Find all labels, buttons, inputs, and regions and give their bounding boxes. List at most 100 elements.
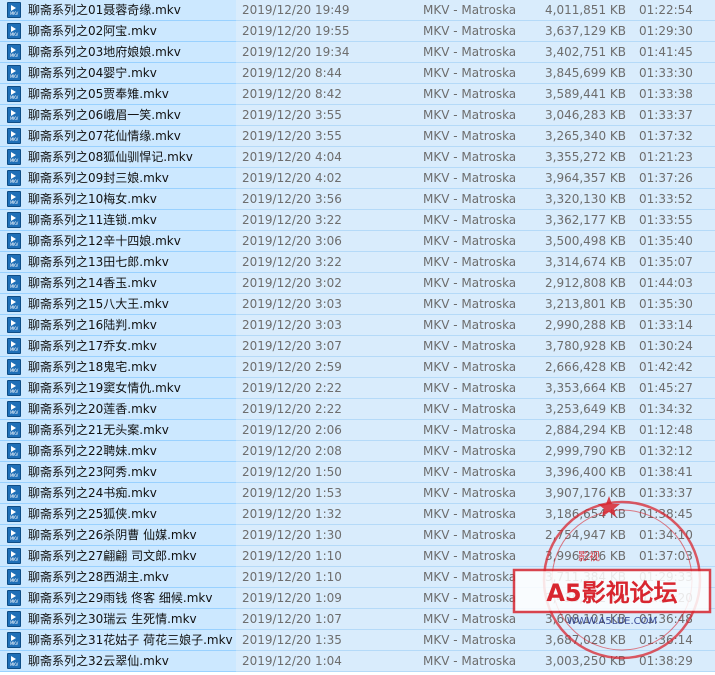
- details-cell[interactable]: 2019/12/20 3:03 MKV - Matroska 3,213,801…: [236, 294, 715, 315]
- details-cell[interactable]: 2019/12/20 4:04 MKV - Matroska 3,355,272…: [236, 147, 715, 168]
- details-cell[interactable]: 2019/12/20 1:09 MKV - Matroska 3,436,422…: [236, 588, 715, 609]
- name-cell[interactable]: MKV 聊斋系列之12辛十四娘.mkv: [0, 231, 236, 252]
- file-row[interactable]: MKV 聊斋系列之32云翠仙.mkv 2019/12/20 1:04 MKV -…: [0, 651, 715, 672]
- file-row[interactable]: MKV 聊斋系列之03地府娘娘.mkv 2019/12/20 19:34 MKV…: [0, 42, 715, 63]
- file-row[interactable]: MKV 聊斋系列之15八大王.mkv 2019/12/20 3:03 MKV -…: [0, 294, 715, 315]
- details-cell[interactable]: 2019/12/20 1:04 MKV - Matroska 3,003,250…: [236, 651, 715, 672]
- file-row[interactable]: MKV 聊斋系列之06峨眉一笑.mkv 2019/12/20 3:55 MKV …: [0, 105, 715, 126]
- name-cell[interactable]: MKV 聊斋系列之24书痴.mkv: [0, 483, 236, 504]
- details-cell[interactable]: 2019/12/20 4:02 MKV - Matroska 3,964,357…: [236, 168, 715, 189]
- details-cell[interactable]: 2019/12/20 19:49 MKV - Matroska 4,011,85…: [236, 0, 715, 21]
- name-cell[interactable]: MKV 聊斋系列之27翩翩 司文郎.mkv: [0, 546, 236, 567]
- details-cell[interactable]: 2019/12/20 3:06 MKV - Matroska 3,500,498…: [236, 231, 715, 252]
- file-row[interactable]: MKV 聊斋系列之01聂蓉奇缘.mkv 2019/12/20 19:49 MKV…: [0, 0, 715, 21]
- file-row[interactable]: MKV 聊斋系列之19窦女情仇.mkv 2019/12/20 2:22 MKV …: [0, 378, 715, 399]
- name-cell[interactable]: MKV 聊斋系列之10梅女.mkv: [0, 189, 236, 210]
- file-row[interactable]: MKV 聊斋系列之28西湖主.mkv 2019/12/20 1:10 MKV -…: [0, 567, 715, 588]
- name-cell[interactable]: MKV 聊斋系列之08狐仙驯悍记.mkv: [0, 147, 236, 168]
- details-cell[interactable]: 2019/12/20 3:55 MKV - Matroska 3,265,340…: [236, 126, 715, 147]
- name-cell[interactable]: MKV 聊斋系列之26杀阴曹 仙媒.mkv: [0, 525, 236, 546]
- file-row[interactable]: MKV 聊斋系列之05贾奉雉.mkv 2019/12/20 8:42 MKV -…: [0, 84, 715, 105]
- file-row[interactable]: MKV 聊斋系列之20莲香.mkv 2019/12/20 2:22 MKV - …: [0, 399, 715, 420]
- details-cell[interactable]: 2019/12/20 3:07 MKV - Matroska 3,780,928…: [236, 336, 715, 357]
- details-cell[interactable]: 2019/12/20 3:22 MKV - Matroska 3,314,674…: [236, 252, 715, 273]
- details-cell[interactable]: 2019/12/20 3:03 MKV - Matroska 2,990,288…: [236, 315, 715, 336]
- details-cell[interactable]: 2019/12/20 1:53 MKV - Matroska 3,907,176…: [236, 483, 715, 504]
- name-cell[interactable]: MKV 聊斋系列之15八大王.mkv: [0, 294, 236, 315]
- file-row[interactable]: MKV 聊斋系列之16陆判.mkv 2019/12/20 3:03 MKV - …: [0, 315, 715, 336]
- file-row[interactable]: MKV 聊斋系列之23阿秀.mkv 2019/12/20 1:50 MKV - …: [0, 462, 715, 483]
- file-row[interactable]: MKV 聊斋系列之07花仙情缘.mkv 2019/12/20 3:55 MKV …: [0, 126, 715, 147]
- name-cell[interactable]: MKV 聊斋系列之30瑞云 生死情.mkv: [0, 609, 236, 630]
- details-cell[interactable]: 2019/12/20 3:55 MKV - Matroska 3,046,283…: [236, 105, 715, 126]
- name-cell[interactable]: MKV 聊斋系列之11连锁.mkv: [0, 210, 236, 231]
- details-cell[interactable]: 2019/12/20 1:10 MKV - Matroska 3,996,226…: [236, 546, 715, 567]
- name-cell[interactable]: MKV 聊斋系列之21无头案.mkv: [0, 420, 236, 441]
- file-row[interactable]: MKV 聊斋系列之22聘妹.mkv 2019/12/20 2:08 MKV - …: [0, 441, 715, 462]
- details-cell[interactable]: 2019/12/20 1:07 MKV - Matroska 3,608,101…: [236, 609, 715, 630]
- name-cell[interactable]: MKV 聊斋系列之20莲香.mkv: [0, 399, 236, 420]
- duration: 01:32:12: [639, 444, 693, 458]
- file-row[interactable]: MKV 聊斋系列之26杀阴曹 仙媒.mkv 2019/12/20 1:30 MK…: [0, 525, 715, 546]
- details-cell[interactable]: 2019/12/20 2:22 MKV - Matroska 3,253,649…: [236, 399, 715, 420]
- name-cell[interactable]: MKV 聊斋系列之25狐侠.mkv: [0, 504, 236, 525]
- name-cell[interactable]: MKV 聊斋系列之28西湖主.mkv: [0, 567, 236, 588]
- file-row[interactable]: MKV 聊斋系列之25狐侠.mkv 2019/12/20 1:32 MKV - …: [0, 504, 715, 525]
- file-row[interactable]: MKV 聊斋系列之09封三娘.mkv 2019/12/20 4:02 MKV -…: [0, 168, 715, 189]
- name-cell[interactable]: MKV 聊斋系列之06峨眉一笑.mkv: [0, 105, 236, 126]
- name-cell[interactable]: MKV 聊斋系列之09封三娘.mkv: [0, 168, 236, 189]
- name-cell[interactable]: MKV 聊斋系列之13田七郎.mkv: [0, 252, 236, 273]
- details-cell[interactable]: 2019/12/20 19:55 MKV - Matroska 3,637,12…: [236, 21, 715, 42]
- file-size: 3,907,176 KB: [545, 486, 626, 500]
- name-cell[interactable]: MKV 聊斋系列之29雨钱 佟客 细候.mkv: [0, 588, 236, 609]
- name-cell[interactable]: MKV 聊斋系列之14香玉.mkv: [0, 273, 236, 294]
- mkv-icon-tag: MKV: [10, 158, 18, 163]
- file-row[interactable]: MKV 聊斋系列之14香玉.mkv 2019/12/20 3:02 MKV - …: [0, 273, 715, 294]
- file-row[interactable]: MKV 聊斋系列之30瑞云 生死情.mkv 2019/12/20 1:07 MK…: [0, 609, 715, 630]
- file-row[interactable]: MKV 聊斋系列之29雨钱 佟客 细候.mkv 2019/12/20 1:09 …: [0, 588, 715, 609]
- name-cell[interactable]: MKV 聊斋系列之01聂蓉奇缘.mkv: [0, 0, 236, 21]
- details-cell[interactable]: 2019/12/20 3:02 MKV - Matroska 2,912,808…: [236, 273, 715, 294]
- details-cell[interactable]: 2019/12/20 3:22 MKV - Matroska 3,362,177…: [236, 210, 715, 231]
- name-cell[interactable]: MKV 聊斋系列之17乔女.mkv: [0, 336, 236, 357]
- name-cell[interactable]: MKV 聊斋系列之31花姑子 荷花三娘子.mkv: [0, 630, 236, 651]
- details-cell[interactable]: 2019/12/20 1:30 MKV - Matroska 2,754,947…: [236, 525, 715, 546]
- file-row[interactable]: MKV 聊斋系列之24书痴.mkv 2019/12/20 1:53 MKV - …: [0, 483, 715, 504]
- name-cell[interactable]: MKV 聊斋系列之23阿秀.mkv: [0, 462, 236, 483]
- file-row[interactable]: MKV 聊斋系列之31花姑子 荷花三娘子.mkv 2019/12/20 1:35…: [0, 630, 715, 651]
- file-name: 聊斋系列之09封三娘.mkv: [28, 171, 169, 185]
- file-row[interactable]: MKV 聊斋系列之04婴宁.mkv 2019/12/20 8:44 MKV - …: [0, 63, 715, 84]
- file-row[interactable]: MKV 聊斋系列之02阿宝.mkv 2019/12/20 19:55 MKV -…: [0, 21, 715, 42]
- name-cell[interactable]: MKV 聊斋系列之05贾奉雉.mkv: [0, 84, 236, 105]
- file-row[interactable]: MKV 聊斋系列之17乔女.mkv 2019/12/20 3:07 MKV - …: [0, 336, 715, 357]
- name-cell[interactable]: MKV 聊斋系列之16陆判.mkv: [0, 315, 236, 336]
- details-cell[interactable]: 2019/12/20 2:08 MKV - Matroska 2,999,790…: [236, 441, 715, 462]
- file-row[interactable]: MKV 聊斋系列之10梅女.mkv 2019/12/20 3:56 MKV - …: [0, 189, 715, 210]
- name-cell[interactable]: MKV 聊斋系列之18鬼宅.mkv: [0, 357, 236, 378]
- file-row[interactable]: MKV 聊斋系列之27翩翩 司文郎.mkv 2019/12/20 1:10 MK…: [0, 546, 715, 567]
- file-row[interactable]: MKV 聊斋系列之12辛十四娘.mkv 2019/12/20 3:06 MKV …: [0, 231, 715, 252]
- name-cell[interactable]: MKV 聊斋系列之19窦女情仇.mkv: [0, 378, 236, 399]
- file-row[interactable]: MKV 聊斋系列之18鬼宅.mkv 2019/12/20 2:59 MKV - …: [0, 357, 715, 378]
- name-cell[interactable]: MKV 聊斋系列之03地府娘娘.mkv: [0, 42, 236, 63]
- details-cell[interactable]: 2019/12/20 1:50 MKV - Matroska 3,396,400…: [236, 462, 715, 483]
- name-cell[interactable]: MKV 聊斋系列之32云翠仙.mkv: [0, 651, 236, 672]
- file-row[interactable]: MKV 聊斋系列之11连锁.mkv 2019/12/20 3:22 MKV - …: [0, 210, 715, 231]
- name-cell[interactable]: MKV 聊斋系列之02阿宝.mkv: [0, 21, 236, 42]
- file-row[interactable]: MKV 聊斋系列之08狐仙驯悍记.mkv 2019/12/20 4:04 MKV…: [0, 147, 715, 168]
- name-cell[interactable]: MKV 聊斋系列之22聘妹.mkv: [0, 441, 236, 462]
- details-cell[interactable]: 2019/12/20 2:22 MKV - Matroska 3,353,664…: [236, 378, 715, 399]
- details-cell[interactable]: 2019/12/20 1:32 MKV - Matroska 3,186,654…: [236, 504, 715, 525]
- details-cell[interactable]: 2019/12/20 19:34 MKV - Matroska 3,402,75…: [236, 42, 715, 63]
- details-cell[interactable]: 2019/12/20 3:56 MKV - Matroska 3,320,130…: [236, 189, 715, 210]
- name-cell[interactable]: MKV 聊斋系列之07花仙情缘.mkv: [0, 126, 236, 147]
- details-cell[interactable]: 2019/12/20 1:10 MKV - Matroska 3,711,384…: [236, 567, 715, 588]
- details-cell[interactable]: 2019/12/20 2:59 MKV - Matroska 2,666,428…: [236, 357, 715, 378]
- details-cell[interactable]: 2019/12/20 2:06 MKV - Matroska 2,884,294…: [236, 420, 715, 441]
- file-row[interactable]: MKV 聊斋系列之21无头案.mkv 2019/12/20 2:06 MKV -…: [0, 420, 715, 441]
- file-row[interactable]: MKV 聊斋系列之13田七郎.mkv 2019/12/20 3:22 MKV -…: [0, 252, 715, 273]
- name-cell[interactable]: MKV 聊斋系列之04婴宁.mkv: [0, 63, 236, 84]
- details-cell[interactable]: 2019/12/20 1:35 MKV - Matroska 3,687,028…: [236, 630, 715, 651]
- details-cell[interactable]: 2019/12/20 8:44 MKV - Matroska 3,845,699…: [236, 63, 715, 84]
- details-cell[interactable]: 2019/12/20 8:42 MKV - Matroska 3,589,441…: [236, 84, 715, 105]
